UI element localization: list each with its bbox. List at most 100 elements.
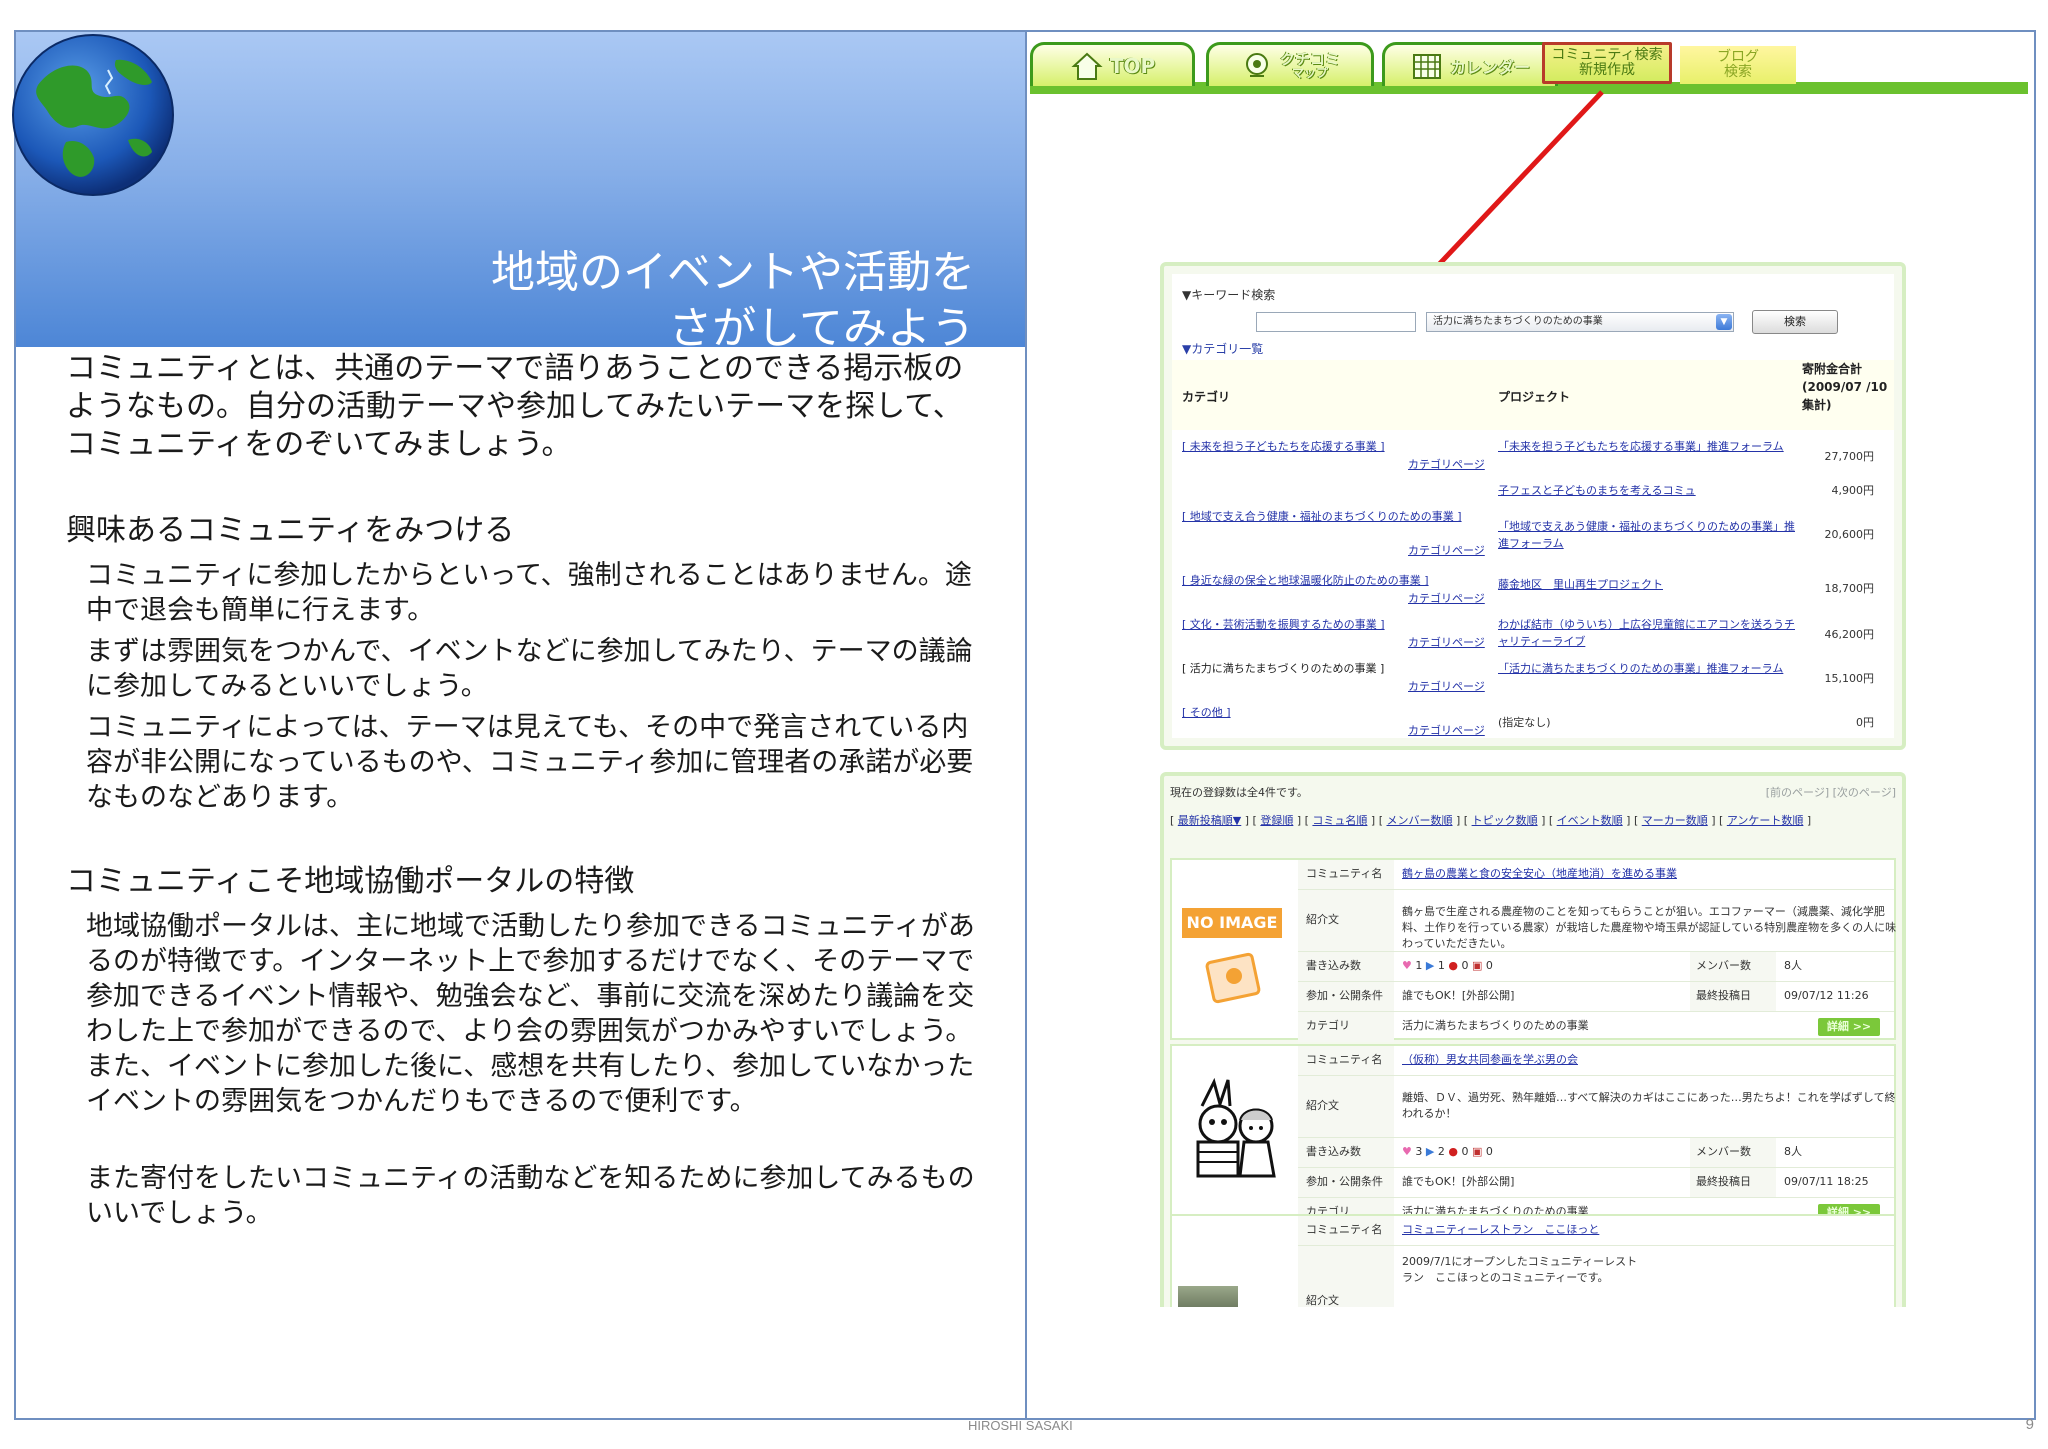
category-link[interactable]: [ 文化・芸術活動を振興するための事業 ] <box>1182 616 1500 633</box>
keyword-input[interactable] <box>1256 312 1416 332</box>
category-row: [ その他 ] カテゴリページ (指定なし) 0円 <box>1172 704 1894 740</box>
sort-link[interactable]: メンバー数順 <box>1387 814 1453 827</box>
community-name-row: コミュニティ名 コミュニティーレストラン ここほっと <box>1298 1216 1894 1246</box>
community-name-link[interactable]: （仮称）男女共同参画を学ぶ男の会 <box>1402 1046 1578 1074</box>
registration-count: 現在の登録数は全4件です。 <box>1170 786 1308 799</box>
search-button[interactable]: 検索 <box>1752 310 1838 334</box>
stat-flag-count: 2 <box>1437 1145 1445 1158</box>
community-search-panel: ▼キーワード検索 活力に満ちたまちづくりのための事業 ▼ 検索 ▼カテゴリ一覧 … <box>1160 262 1906 750</box>
label-intro: 紹介文 <box>1298 890 1394 951</box>
category-table-header: カテゴリ プロジェクト 寄附金合計 (2009/07 /10集計) <box>1172 360 1894 430</box>
community-intro: 鶴ヶ島で生産される農産物のことを知ってもらうことが狙い。エコファーマー（減農薬、… <box>1402 905 1897 950</box>
community-list-panel: 現在の登録数は全4件です。 [前のページ] [次のページ] [ 最新投稿順▼ ]… <box>1160 772 1906 1307</box>
community-details: コミュニティ名 （仮称）男女共同参画を学ぶ男の会 紹介文 離婚、ＤＶ、過労死、熟… <box>1298 1046 1895 1228</box>
section1-paragraph: コミュニティによっては、テーマは見えても、その中で発言されている内容が非公開にな… <box>86 712 974 813</box>
flag-icon: ▶ <box>1425 1145 1435 1158</box>
col-category: カテゴリ <box>1182 390 1231 404</box>
samurai-illustration-icon <box>1196 1077 1276 1178</box>
label-last-post: 最終投稿日 <box>1690 982 1776 1011</box>
sort-link[interactable]: マーカー数順 <box>1642 814 1708 827</box>
label-conditions: 参加・公開条件 <box>1298 982 1394 1011</box>
category-page-link[interactable]: カテゴリページ <box>1408 542 1485 559</box>
tab-calendar[interactable]: カレンダー <box>1382 42 1558 86</box>
stat-flag-count: 1 <box>1437 959 1445 972</box>
sort-link[interactable]: 最新投稿順▼ <box>1178 814 1241 827</box>
category-link[interactable]: [ 未来を担う子どもたちを応援する事業 ] <box>1182 438 1500 455</box>
project-link-text[interactable]: わかば結市（ゆういち）上広谷児童館にエアコンを送ろうチャリティーライブ <box>1498 618 1795 648</box>
category-link-text[interactable]: [ 未来を担う子どもたちを応援する事業 ] <box>1182 440 1385 453</box>
intro-text: コミュニティとは、共通のテーマで語りあうことのできる掲示板のようなもの。自分の活… <box>66 351 964 462</box>
project-link-text[interactable]: 藤金地区 里山再生プロジェクト <box>1498 578 1663 591</box>
stat-heart-count: 1 <box>1415 959 1423 972</box>
pin-icon: ● <box>1448 1145 1458 1158</box>
label-last-post: 最終投稿日 <box>1690 1168 1776 1197</box>
category-page-link[interactable]: カテゴリページ <box>1408 456 1485 473</box>
sort-link[interactable]: アンケート数順 <box>1727 814 1804 827</box>
community-card: コミュニティ名 コミュニティーレストラン ここほっと 紹介文 2009/7/1に… <box>1170 1214 1896 1307</box>
category-link-text[interactable]: [ 地域で支え合う健康・福祉のまちづくりのための事業 ] <box>1182 510 1462 523</box>
sort-link[interactable]: 登録順 <box>1260 814 1293 827</box>
project-link-text[interactable]: 子フェスと子どものまちを考えるコミュ <box>1498 484 1696 497</box>
category-link-text[interactable]: [ 文化・芸術活動を振興するための事業 ] <box>1182 618 1385 631</box>
community-name-row: コミュニティ名 鶴ヶ島の農業と食の安全安心（地産地消）を進める事業 <box>1298 860 1894 890</box>
tab-community-search[interactable]: コミュニティ検索 新規作成 <box>1542 42 1672 84</box>
community-category-row: カテゴリ 活力に満ちたまちづくりのための事業 詳細 >> <box>1298 1012 1894 1042</box>
sort-link[interactable]: トピック数順 <box>1472 814 1538 827</box>
pager[interactable]: [前のページ] [次のページ] <box>1766 784 1896 800</box>
category-page-link[interactable]: カテゴリページ <box>1408 590 1485 607</box>
label-name: コミュニティ名 <box>1298 860 1394 889</box>
page-number: 9 <box>2025 1416 2034 1433</box>
last-post-date: 09/07/11 18:25 <box>1784 1175 1869 1188</box>
project-link-text[interactable]: 「地域で支えあう健康・福祉のまちづくりのための事業」推進フォーラム <box>1498 520 1795 550</box>
flag-icon: ▶ <box>1425 959 1435 972</box>
community-posts-row: 書き込み数 ♥ 3 ▶ 2 ● 0 ▣ 0 メンバー数 8人 <box>1298 1138 1894 1168</box>
tab-kuchikomi-map[interactable]: クチコミ マップ <box>1206 42 1374 86</box>
sort-link[interactable]: イベント数順 <box>1557 814 1623 827</box>
community-image <box>1172 1046 1298 1224</box>
chevron-down-icon: ▼ <box>1716 314 1732 330</box>
section1-paragraph: コミュニティに参加したからといって、強制されることはありません。途中で退会も簡単… <box>86 560 972 626</box>
category-link[interactable]: [ 地域で支え合う健康・福祉のまちづくりのための事業 ] <box>1182 508 1500 525</box>
community-image <box>1172 1216 1298 1307</box>
calendar-icon <box>1412 53 1441 79</box>
category-row: [ 未来を担う子どもたちを応援する事業 ] カテゴリページ 「未来を担う子どもた… <box>1172 438 1894 472</box>
category-link[interactable]: [ 身近な緑の保全と地球温暖化防止のための事業 ] <box>1182 572 1500 589</box>
category-link-text[interactable]: [ その他 ] <box>1182 706 1231 719</box>
tab-blog-search[interactable]: ブログ 検索 <box>1680 46 1796 84</box>
community-intro-row: 紹介文 離婚、ＤＶ、過労死、熟年離婚…すべて解決のカギはここにあった…男たちよ！… <box>1298 1076 1895 1138</box>
amount: 0円 <box>1856 716 1874 729</box>
detail-button[interactable]: 詳細 >> <box>1818 1018 1880 1036</box>
body-text: コミュニティとは、共通のテーマで語りあうことのできる掲示板のようなもの。自分の活… <box>66 350 986 1231</box>
label-posts: 書き込み数 <box>1298 1138 1394 1167</box>
community-name-link[interactable]: 鶴ヶ島の農業と食の安全安心（地産地消）を進める事業 <box>1402 860 1677 888</box>
category-page-link[interactable]: カテゴリページ <box>1408 722 1485 739</box>
category-page-link[interactable]: カテゴリページ <box>1408 634 1485 651</box>
col-project: プロジェクト <box>1498 390 1571 404</box>
project-link-text[interactable]: 「活力に満ちたまちづくりのための事業」推進フォーラム <box>1498 662 1783 675</box>
sort-link[interactable]: コミュ名順 <box>1312 814 1367 827</box>
project-link: わかば結市（ゆういち）上広谷児童館にエアコンを送ろうチャリティーライブ <box>1498 616 1798 650</box>
tab-calendar-label: カレンダー <box>1449 57 1530 77</box>
community-intro-row: 紹介文 2009/7/1にオープンしたコミュニティーレストラン ここほっとのコミ… <box>1298 1246 1894 1307</box>
category-link-text[interactable]: [ 身近な緑の保全と地球温暖化防止のための事業 ] <box>1182 574 1429 587</box>
project-link: 「地域で支えあう健康・福祉のまちづくりのための事業」推進フォーラム <box>1498 518 1798 552</box>
tab-kuchikomi-label2: マップ <box>1291 66 1328 80</box>
conditions: 誰でもOK！[外部公開] <box>1402 989 1515 1002</box>
search-inner: ▼キーワード検索 活力に満ちたまちづくりのための事業 ▼ 検索 ▼カテゴリ一覧 … <box>1172 274 1894 738</box>
tab-top-label: TOP <box>1109 53 1156 78</box>
section1-paragraph: まずは雰囲気をつかんで、イベントなどに参加してみたり、テーマの議論に参加してみる… <box>86 636 973 702</box>
members-count: 8人 <box>1784 959 1802 972</box>
category-row: [ 活力に満ちたまちづくりのための事業 ] カテゴリページ 「活力に満ちたまちづ… <box>1172 660 1894 696</box>
category-page-link[interactable]: カテゴリページ <box>1408 678 1485 695</box>
amount: 46,200円 <box>1824 628 1875 641</box>
category-link[interactable]: [ その他 ] <box>1182 704 1500 721</box>
post-stats: ♥ 3 ▶ 2 ● 0 ▣ 0 <box>1402 1138 1493 1166</box>
project-link-text[interactable]: 「未来を担う子どもたちを応援する事業」推進フォーラム <box>1498 440 1784 453</box>
project-link: 「活力に満ちたまちづくりのための事業」推進フォーラム <box>1498 660 1798 677</box>
tab-top[interactable]: TOP <box>1030 42 1195 86</box>
category-select[interactable]: 活力に満ちたまちづくりのための事業 ▼ <box>1426 312 1734 332</box>
community-name-link[interactable]: コミュニティーレストラン ここほっと <box>1402 1216 1599 1244</box>
tab-community-label2: 新規作成 <box>1579 62 1635 78</box>
heart-icon: ♥ <box>1402 959 1412 972</box>
heart-icon: ♥ <box>1402 1145 1412 1158</box>
